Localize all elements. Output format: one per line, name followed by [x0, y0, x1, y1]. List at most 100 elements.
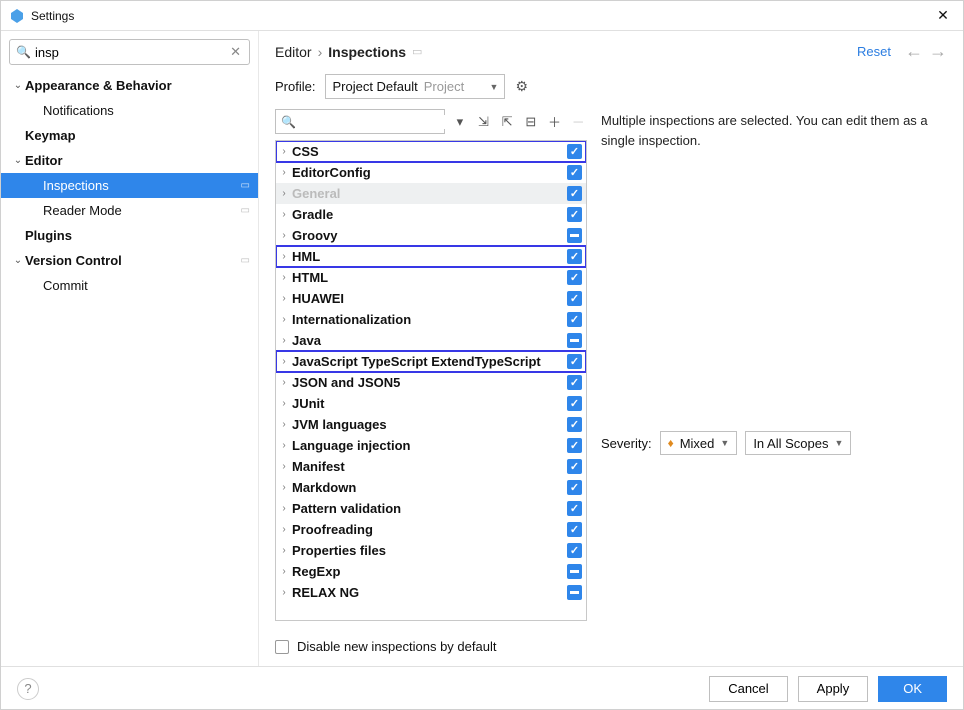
inspection-checkbox[interactable] — [567, 480, 582, 495]
inspection-checkbox[interactable] — [567, 564, 582, 579]
profile-select[interactable]: Project Default Project ▼ — [325, 74, 505, 99]
help-icon[interactable]: ? — [17, 678, 39, 700]
inspection-row[interactable]: ›JVM languages — [276, 414, 586, 435]
nav-forward-icon[interactable]: → — [929, 41, 947, 62]
sidebar-item-label: Inspections — [43, 178, 241, 193]
inspection-row[interactable]: ›JavaScript TypeScript ExtendTypeScript — [276, 351, 586, 372]
inspection-row[interactable]: ›CSS — [276, 141, 586, 162]
inspection-checkbox[interactable] — [567, 585, 582, 600]
sidebar-item-commit[interactable]: Commit — [1, 273, 258, 298]
chevron-right-icon: › — [278, 356, 290, 367]
chevron-right-icon: › — [278, 230, 290, 241]
inspection-row[interactable]: ›Pattern validation — [276, 498, 586, 519]
inspection-checkbox[interactable] — [567, 354, 582, 369]
inspection-checkbox[interactable] — [567, 375, 582, 390]
clear-search-icon[interactable]: ✕ — [228, 44, 243, 60]
sidebar-item-reader-mode[interactable]: Reader Mode▭ — [1, 198, 258, 223]
inspection-list[interactable]: ›CSS›EditorConfig›General›Gradle›Groovy›… — [275, 140, 587, 621]
inspection-checkbox[interactable] — [567, 543, 582, 558]
expand-all-icon[interactable]: ⇲ — [475, 112, 493, 132]
inspection-checkbox[interactable] — [567, 228, 582, 243]
reset-profile-icon[interactable]: ⊟ — [522, 112, 540, 132]
inspection-row[interactable]: ›Java — [276, 330, 586, 351]
sidebar-item-editor[interactable]: ⌄Editor — [1, 148, 258, 173]
apply-button[interactable]: Apply — [798, 676, 869, 702]
inspection-row[interactable]: ›HML — [276, 246, 586, 267]
inspection-row[interactable]: ›Properties files — [276, 540, 586, 561]
inspection-name: Proofreading — [290, 522, 567, 537]
sidebar-item-plugins[interactable]: Plugins — [1, 223, 258, 248]
sidebar-item-label: Editor — [25, 153, 250, 168]
inspection-row[interactable]: ›JUnit — [276, 393, 586, 414]
inspection-checkbox[interactable] — [567, 333, 582, 348]
inspection-checkbox[interactable] — [567, 165, 582, 180]
inspection-checkbox[interactable] — [567, 522, 582, 537]
chevron-icon: ⌄ — [11, 255, 25, 266]
chevron-right-icon: › — [278, 188, 290, 199]
pin-icon: ▭ — [241, 205, 250, 216]
breadcrumb-editor[interactable]: Editor — [275, 44, 312, 60]
nav-back-icon[interactable]: ← — [905, 41, 923, 62]
ok-button[interactable]: OK — [878, 676, 947, 702]
inspection-row[interactable]: ›HTML — [276, 267, 586, 288]
inspection-checkbox[interactable] — [567, 438, 582, 453]
cancel-button[interactable]: Cancel — [709, 676, 787, 702]
chevron-down-icon: ▼ — [834, 438, 843, 448]
close-icon[interactable]: ✕ — [931, 7, 955, 24]
inspection-row[interactable]: ›Language injection — [276, 435, 586, 456]
inspection-row[interactable]: ›General — [276, 183, 586, 204]
inspection-row[interactable]: ›Manifest — [276, 456, 586, 477]
sidebar-item-notifications[interactable]: Notifications — [1, 98, 258, 123]
chevron-right-icon: › — [278, 419, 290, 430]
reset-link[interactable]: Reset — [857, 44, 891, 59]
scope-select[interactable]: In All Scopes ▼ — [745, 431, 851, 455]
add-icon[interactable]: ＋ — [546, 112, 564, 132]
inspection-row[interactable]: ›Gradle — [276, 204, 586, 225]
inspection-checkbox[interactable] — [567, 501, 582, 516]
inspection-checkbox[interactable] — [567, 417, 582, 432]
inspection-checkbox[interactable] — [567, 207, 582, 222]
inspection-checkbox[interactable] — [567, 291, 582, 306]
inspection-row[interactable]: ›Proofreading — [276, 519, 586, 540]
chevron-right-icon: › — [278, 209, 290, 220]
severity-select[interactable]: ♦ Mixed ▼ — [660, 431, 738, 455]
inspection-name: JUnit — [290, 396, 567, 411]
inspection-search-input[interactable] — [299, 115, 454, 129]
inspection-checkbox[interactable] — [567, 249, 582, 264]
breadcrumb-inspections: Inspections — [328, 44, 406, 60]
settings-search[interactable]: 🔍 ✕ — [9, 39, 250, 65]
inspection-name: Java — [290, 333, 567, 348]
inspection-checkbox[interactable] — [567, 459, 582, 474]
sidebar-item-appearance-behavior[interactable]: ⌄Appearance & Behavior — [1, 73, 258, 98]
inspection-checkbox[interactable] — [567, 144, 582, 159]
sidebar-item-keymap[interactable]: Keymap — [1, 123, 258, 148]
sidebar-item-version-control[interactable]: ⌄Version Control▭ — [1, 248, 258, 273]
inspection-checkbox[interactable] — [567, 312, 582, 327]
inspection-row[interactable]: ›HUAWEI — [276, 288, 586, 309]
collapse-all-icon[interactable]: ⇱ — [498, 112, 516, 132]
inspection-row[interactable]: ›EditorConfig — [276, 162, 586, 183]
inspection-row[interactable]: ›RegExp — [276, 561, 586, 582]
inspection-row[interactable]: ›Groovy — [276, 225, 586, 246]
inspection-checkbox[interactable] — [567, 270, 582, 285]
inspection-name: RELAX NG — [290, 585, 567, 600]
search-input[interactable] — [35, 45, 228, 60]
remove-icon[interactable]: － — [569, 112, 587, 132]
sidebar-item-inspections[interactable]: Inspections▭ — [1, 173, 258, 198]
inspection-checkbox[interactable] — [567, 396, 582, 411]
inspection-row[interactable]: ›Markdown — [276, 477, 586, 498]
gear-icon[interactable]: ⚙ — [515, 78, 528, 95]
chevron-right-icon: › — [278, 398, 290, 409]
chevron-right-icon: › — [278, 461, 290, 472]
inspection-checkbox[interactable] — [567, 186, 582, 201]
sidebar: 🔍 ✕ ⌄Appearance & BehaviorNotificationsK… — [1, 31, 259, 666]
inspection-row[interactable]: ›JSON and JSON5 — [276, 372, 586, 393]
chevron-right-icon: › — [278, 524, 290, 535]
filter-icon[interactable]: ▾ — [451, 112, 469, 132]
inspection-row[interactable]: ›RELAX NG — [276, 582, 586, 603]
search-icon: 🔍 — [281, 115, 296, 129]
inspection-row[interactable]: ›Internationalization — [276, 309, 586, 330]
disable-new-checkbox[interactable] — [275, 640, 289, 654]
chevron-right-icon: › — [278, 440, 290, 451]
inspection-search[interactable]: 🔍 — [275, 109, 445, 134]
